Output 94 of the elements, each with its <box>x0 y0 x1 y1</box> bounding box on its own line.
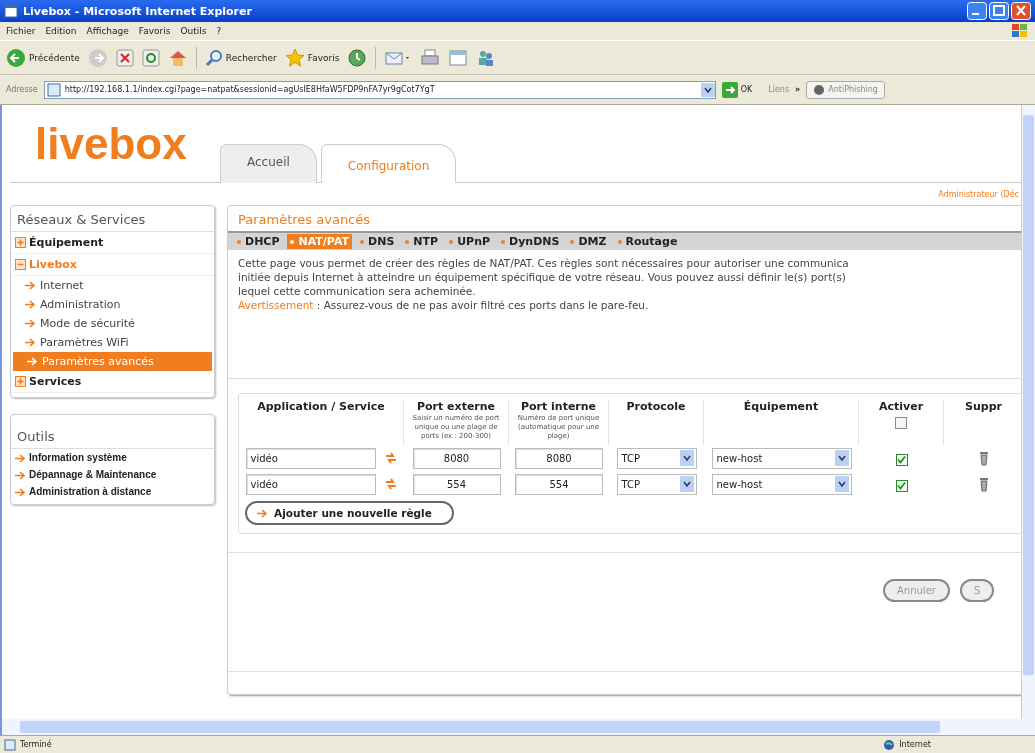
printer-icon[interactable] <box>420 47 441 68</box>
sidebar-item[interactable]: Administration <box>11 295 214 314</box>
sidebar-group[interactable]: Services <box>29 375 82 388</box>
arrow-icon[interactable] <box>25 300 36 309</box>
arrow-icon[interactable] <box>15 454 26 463</box>
maximize-icon[interactable] <box>989 2 1009 20</box>
close-icon[interactable] <box>1011 2 1031 20</box>
checkbox[interactable] <box>895 417 907 429</box>
window-title: Livebox - Microsoft Internet Explorer <box>23 4 253 18</box>
arrow-icon[interactable] <box>25 319 36 328</box>
protocol-select[interactable]: TCP <box>616 473 697 495</box>
device-select[interactable]: new-host <box>711 473 852 495</box>
column-header: Protocole <box>626 400 686 414</box>
menu-item[interactable]: ? <box>216 26 222 36</box>
plus-icon[interactable] <box>15 237 26 248</box>
star-icon[interactable] <box>284 47 305 68</box>
column-header: Application / Service <box>257 400 385 414</box>
dropdown-icon[interactable] <box>700 82 715 97</box>
add-rule-button[interactable]: Ajouter une nouvelle règle <box>245 501 454 525</box>
trash-icon[interactable] <box>979 476 989 492</box>
stop-icon[interactable] <box>115 48 134 67</box>
search-button[interactable]: Rechercher <box>204 48 277 67</box>
menu-item[interactable]: Affichage <box>86 26 129 36</box>
address-field[interactable]: http://192.168.1.1/index.cgi?page=natpat&sessionid=agUsIE8HfaW5FDP9nFA7yr9gCot7YgT <box>43 80 716 99</box>
horizontal-scrollbar[interactable] <box>0 719 1035 735</box>
menu-item[interactable]: Fichier <box>6 26 36 36</box>
plus-icon[interactable] <box>15 376 26 387</box>
refresh-icon[interactable] <box>141 48 160 67</box>
menu-item[interactable]: Favoris <box>138 26 171 36</box>
subtab[interactable]: NTP <box>402 234 442 249</box>
tools-item[interactable]: Dépannage & Maintenance <box>11 466 214 483</box>
arrow-icon[interactable] <box>25 338 36 347</box>
search-icon[interactable] <box>204 48 223 67</box>
sidebar-group[interactable]: Équipement <box>29 236 104 249</box>
arrow-icon[interactable] <box>25 281 36 290</box>
tools-title: Outils <box>11 415 214 449</box>
column-header: Port externe <box>416 400 496 414</box>
warning-text: Avertissement : Assurez-vous de ne pas avoir filtré ces ports dans le pare-feu. <box>238 298 650 312</box>
globe-icon[interactable] <box>883 738 896 751</box>
tools-item[interactable]: Administration à distance <box>11 483 214 500</box>
subtab[interactable]: Routage <box>614 234 681 249</box>
port-field[interactable]: 8080 <box>412 447 501 469</box>
protocol-select[interactable]: TCP <box>616 447 697 469</box>
arrow-icon[interactable] <box>15 488 26 497</box>
status-text: Terminé <box>20 740 52 749</box>
subtab[interactable]: DNS <box>357 234 398 249</box>
column-header: Suppr <box>965 400 1002 414</box>
dropdown-icon[interactable] <box>679 450 694 466</box>
arrow-icon[interactable] <box>257 508 268 518</box>
port-field[interactable]: 8080 <box>515 447 603 469</box>
minimize-icon[interactable] <box>967 2 987 20</box>
menu-item[interactable]: Outils <box>180 26 207 36</box>
address-label: Adresse <box>6 85 38 94</box>
page-icon[interactable] <box>4 738 16 751</box>
more-button[interactable]: » <box>795 85 801 94</box>
dropdown-icon[interactable] <box>834 476 849 492</box>
section-title: Paramètres avancés <box>237 211 372 229</box>
minus-icon[interactable] <box>15 259 26 270</box>
tab[interactable]: Accueil <box>220 144 317 183</box>
logo: livebox <box>34 121 188 166</box>
zone-label: Internet <box>899 740 931 749</box>
windows-logo-icon[interactable] <box>1011 23 1029 39</box>
tools-item[interactable]: Information système <box>11 449 214 466</box>
history-icon[interactable] <box>347 47 368 68</box>
swap-arrow-icon[interactable] <box>383 451 398 465</box>
trash-icon[interactable] <box>979 450 989 466</box>
port-field[interactable]: 554 <box>412 473 501 495</box>
description-text: Cette page vous permet de créer des règles de NAT/PAT. Ces règles sont nécessaires pour autoriser une communica initiée depuis Internet à atteindre un équipement spécifique de votre réseau. Vous pouvez aussi définir le(s) port(s) lequel cette communication sera acheminée. <box>238 256 850 298</box>
column-header: Équipement <box>743 400 819 414</box>
device-select[interactable]: new-host <box>711 447 852 469</box>
page-icon[interactable] <box>46 82 61 97</box>
port-field[interactable]: 554 <box>515 473 603 495</box>
dropdown-icon[interactable] <box>834 450 849 466</box>
sidebar-item[interactable]: Internet <box>11 276 214 295</box>
application-field[interactable]: vidéo <box>245 473 376 495</box>
subtab[interactable]: DHCP <box>234 234 283 249</box>
go-button[interactable]: OK <box>721 81 753 98</box>
swap-arrow-icon[interactable] <box>383 477 398 491</box>
application-field[interactable]: vidéo <box>245 447 376 469</box>
subtab[interactable]: DynDNS <box>498 234 563 249</box>
sidebar-title: Réseaux & Services <box>11 206 214 232</box>
sidebar-item[interactable]: Mode de sécurité <box>11 314 214 333</box>
back-button[interactable]: Précédente <box>6 47 80 68</box>
arrow-icon[interactable] <box>15 471 26 480</box>
subtab[interactable]: DMZ <box>567 234 610 249</box>
favorites-button[interactable]: Favoris <box>284 47 340 68</box>
dropdown-icon[interactable] <box>679 476 694 492</box>
column-header: Port interne <box>520 400 597 414</box>
subtab[interactable]: UPnP <box>446 234 494 249</box>
vertical-scrollbar[interactable] <box>1021 105 1035 719</box>
menu-item[interactable]: Edition <box>45 26 77 36</box>
sidebar-item[interactable]: Paramètres WiFi <box>11 333 214 352</box>
column-header: Activer <box>878 400 924 414</box>
browser-icon[interactable] <box>4 4 18 18</box>
